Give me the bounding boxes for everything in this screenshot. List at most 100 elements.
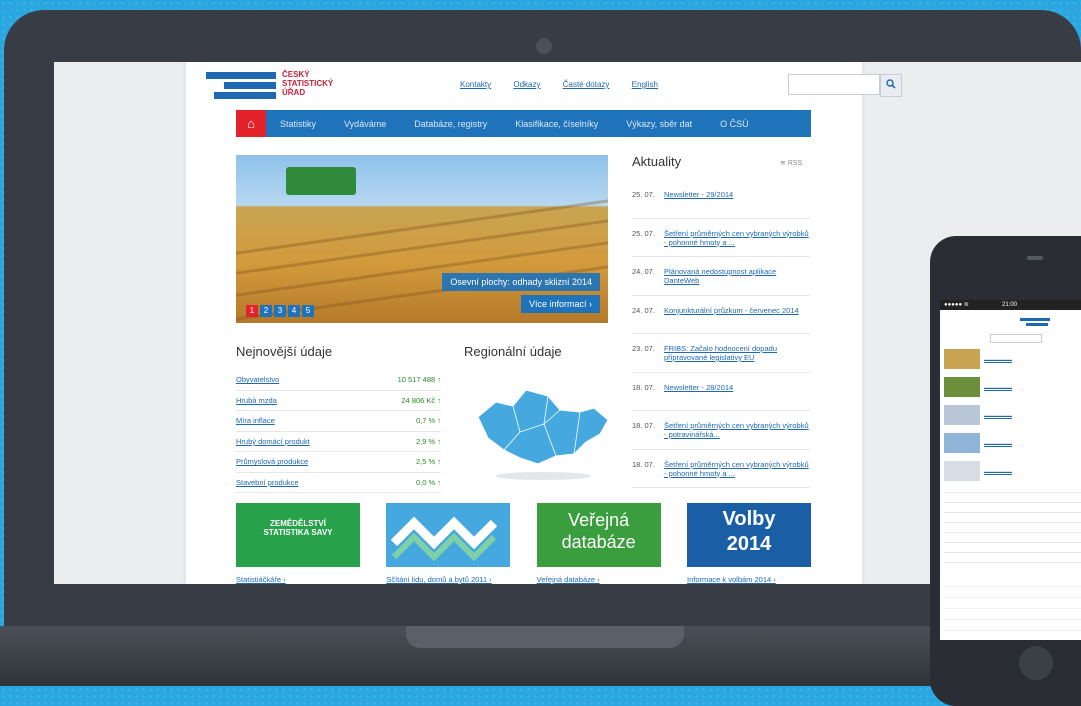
banner-caption[interactable]: Veřejná databáze › bbox=[537, 575, 661, 584]
phone-link[interactable]: ▬▬▬▬▬▬▬ bbox=[984, 441, 1012, 446]
list-item: 24. 07. Konjunkturální průzkum - červenec… bbox=[632, 296, 810, 334]
rss-link[interactable]: ≋ RSS bbox=[780, 159, 802, 167]
phone-logo bbox=[1020, 316, 1050, 330]
phone-link[interactable]: ▬▬▬▬▬▬▬ bbox=[984, 357, 1012, 362]
list-item: 25. 07. Šetření průměrných cen vybraných … bbox=[632, 219, 810, 257]
list-item[interactable]: ▬▬▬▬▬▬▬ bbox=[944, 376, 1081, 398]
search-input[interactable] bbox=[788, 74, 880, 95]
link-faq[interactable]: Časté dotazy bbox=[563, 80, 610, 89]
news-date: 25. 07. bbox=[632, 190, 655, 199]
news-link[interactable]: Šetření průměrných cen vybraných výrobků… bbox=[664, 460, 810, 478]
hero-more-button[interactable]: Více informací › bbox=[520, 295, 600, 313]
phone-link[interactable]: ▬▬▬▬▬▬▬ bbox=[984, 413, 1012, 418]
pager-4[interactable]: 4 bbox=[288, 305, 300, 317]
search-icon bbox=[886, 79, 896, 89]
stat-label[interactable]: Hrubá mzda bbox=[236, 396, 277, 405]
thumbnail bbox=[944, 349, 980, 369]
phone-link[interactable]: ▬▬▬▬▬▬▬ bbox=[984, 469, 1012, 474]
table-row: Obyvatelstvo 10 517 488 ↑ bbox=[236, 370, 441, 391]
laptop-notch bbox=[406, 626, 684, 648]
stat-value: 2,9 % ↑ bbox=[415, 436, 441, 446]
phone-data-table bbox=[944, 492, 1081, 563]
banner-verejna-databaze[interactable]: Veřejná databáze Veřejná databáze › bbox=[536, 503, 661, 584]
table-row: Stavební produkce 0,0 % ↑ bbox=[236, 473, 441, 493]
news-date: 25. 07. bbox=[632, 228, 655, 238]
banner-caption[interactable]: Sčítání lidu, domů a bytů 2011 › bbox=[386, 575, 510, 584]
news-link[interactable]: Newsletter - 28/2014 bbox=[664, 383, 733, 392]
banner-scitani[interactable]: Sčítání lidu, domů a bytů 2011 › bbox=[386, 503, 511, 584]
phone-search-input[interactable] bbox=[990, 334, 1042, 343]
hero-caption[interactable]: Osevní plochy: odhady sklizní 2014 bbox=[442, 273, 600, 291]
phone-link[interactable]: ▬▬▬▬▬▬▬ bbox=[984, 385, 1012, 390]
harvester-image bbox=[286, 167, 356, 195]
news-link[interactable]: Plánovaná nedostupnost aplikace DanteWeb bbox=[664, 267, 810, 285]
link-odkazy[interactable]: Odkazy bbox=[513, 80, 540, 89]
thumbnail bbox=[944, 377, 980, 397]
nav-o-csu[interactable]: O ČSÚ bbox=[706, 119, 763, 129]
pager-5[interactable]: 5 bbox=[302, 305, 314, 317]
list-item: 24. 07. Plánovaná nedostupnost aplikace D… bbox=[632, 257, 810, 296]
camera-icon bbox=[536, 38, 552, 54]
news-date: 23. 07. bbox=[632, 344, 655, 353]
pager-1[interactable]: 1 bbox=[246, 305, 258, 317]
banner-volby[interactable]: Volby 2014 Informace k volbám 2014 › bbox=[686, 503, 811, 584]
list-item[interactable]: ▬▬▬▬▬▬▬ bbox=[944, 348, 1081, 370]
regional-data-title: Regionální údaje bbox=[464, 344, 562, 359]
list-item[interactable]: ▬▬▬▬▬▬▬ bbox=[944, 460, 1081, 482]
nav-klasifikace[interactable]: Klasifikace, číselníky bbox=[501, 119, 612, 129]
list-item: 23. 07. FRIBS: Začalo hodnocení dopadu př… bbox=[632, 334, 810, 373]
site-logo[interactable]: ČESKÝ STATISTICKÝ ÚŘAD bbox=[206, 68, 346, 104]
news-link[interactable]: Šetření průměrných cen vybraných výrobků… bbox=[664, 421, 810, 439]
stat-label[interactable]: Obyvatelstvo bbox=[236, 375, 279, 384]
logo-text: ČESKÝ STATISTICKÝ ÚŘAD bbox=[282, 70, 334, 97]
news-date: 24. 07. bbox=[632, 305, 655, 315]
home-button[interactable] bbox=[1019, 646, 1053, 680]
table-row: Hrubý domácí produkt 2,9 % ↑ bbox=[236, 432, 441, 452]
laptop-screen: ČESKÝ STATISTICKÝ ÚŘAD Kontakty Odkazy Č… bbox=[54, 62, 1081, 584]
rss-label: RSS bbox=[787, 160, 803, 167]
table-row: Hrubá mzda 24 806 Kč ↑ bbox=[236, 391, 441, 411]
stat-label[interactable]: Míra inflace bbox=[236, 416, 275, 425]
website-page: ČESKÝ STATISTICKÝ ÚŘAD Kontakty Odkazy Č… bbox=[186, 62, 902, 584]
home-icon[interactable]: ⌂ bbox=[236, 110, 266, 137]
search-button[interactable] bbox=[880, 74, 902, 97]
link-english[interactable]: English bbox=[632, 80, 658, 89]
nav-databaze[interactable]: Databáze, registry bbox=[400, 119, 501, 129]
news-date: 18. 07. bbox=[632, 459, 655, 469]
hero-pager: 1 2 3 4 5 bbox=[246, 305, 314, 317]
news-link[interactable]: FRIBS: Začalo hodnocení dopadu připravov… bbox=[664, 344, 810, 362]
table-row: Míra inflace 0,7 % ↑ bbox=[236, 411, 441, 432]
hero-slider[interactable]: Osevní plochy: odhady sklizní 2014 Více … bbox=[236, 155, 608, 323]
banner-image: Veřejná databáze bbox=[536, 503, 661, 567]
speaker-icon bbox=[1027, 256, 1043, 260]
stat-label[interactable]: Stavební produkce bbox=[236, 478, 299, 487]
stat-value: 0,7 % ↑ bbox=[415, 416, 441, 426]
list-item[interactable]: ▬▬▬▬▬▬▬ bbox=[944, 404, 1081, 426]
link-kontakty[interactable]: Kontakty bbox=[460, 80, 491, 89]
phone-screen: ●●●●● ≋ 21:00 ▬▬▬▬▬▬▬ ▬▬▬▬▬▬▬ ▬▬▬▬▬▬▬ ▬▬… bbox=[940, 300, 1081, 640]
main-nav: ⌂ Statistiky Vydáváme Databáze, registry… bbox=[236, 110, 811, 137]
news-title: Aktuality bbox=[632, 154, 682, 169]
banner-caption[interactable]: Statistiáčkáře › bbox=[236, 575, 360, 584]
table-row: Průmyslová produkce 2,5 % ↑ bbox=[236, 452, 441, 473]
stat-label[interactable]: Hrubý domácí produkt bbox=[236, 437, 310, 446]
czech-map[interactable] bbox=[468, 372, 618, 482]
thumbnail bbox=[944, 433, 980, 453]
list-item: 18. 07. Šetření průměrných cen vybraných … bbox=[632, 411, 810, 450]
pager-2[interactable]: 2 bbox=[260, 305, 272, 317]
banner-caption[interactable]: Informace k volbám 2014 › bbox=[687, 575, 811, 584]
news-link[interactable]: Konjunkturální průzkum - červenec 2014 bbox=[664, 306, 799, 315]
news-link[interactable]: Šetření průměrných cen vybraných výrobků… bbox=[664, 229, 810, 247]
stat-label[interactable]: Průmyslová produkce bbox=[236, 457, 308, 466]
pager-3[interactable]: 3 bbox=[274, 305, 286, 317]
news-link[interactable]: Newsletter - 29/2014 bbox=[664, 190, 733, 199]
list-item: 18. 07. Newsletter - 28/2014 bbox=[632, 373, 810, 411]
news-list: 25. 07. Newsletter - 29/2014 25. 07. Šetře… bbox=[632, 180, 810, 488]
nav-vydavame[interactable]: Vydáváme bbox=[330, 119, 400, 129]
thumbnail bbox=[944, 405, 980, 425]
nav-vykazy[interactable]: Výkazy, sběr dat bbox=[612, 119, 706, 129]
news-date: 18. 07. bbox=[632, 382, 655, 392]
nav-statistiky[interactable]: Statistiky bbox=[266, 119, 330, 129]
list-item[interactable]: ▬▬▬▬▬▬▬ bbox=[944, 432, 1081, 454]
banner-zemedelstvi[interactable]: ZEMĚDĚLSTVÍ STATISTIKA SAVY Statistiáčká… bbox=[236, 503, 360, 584]
